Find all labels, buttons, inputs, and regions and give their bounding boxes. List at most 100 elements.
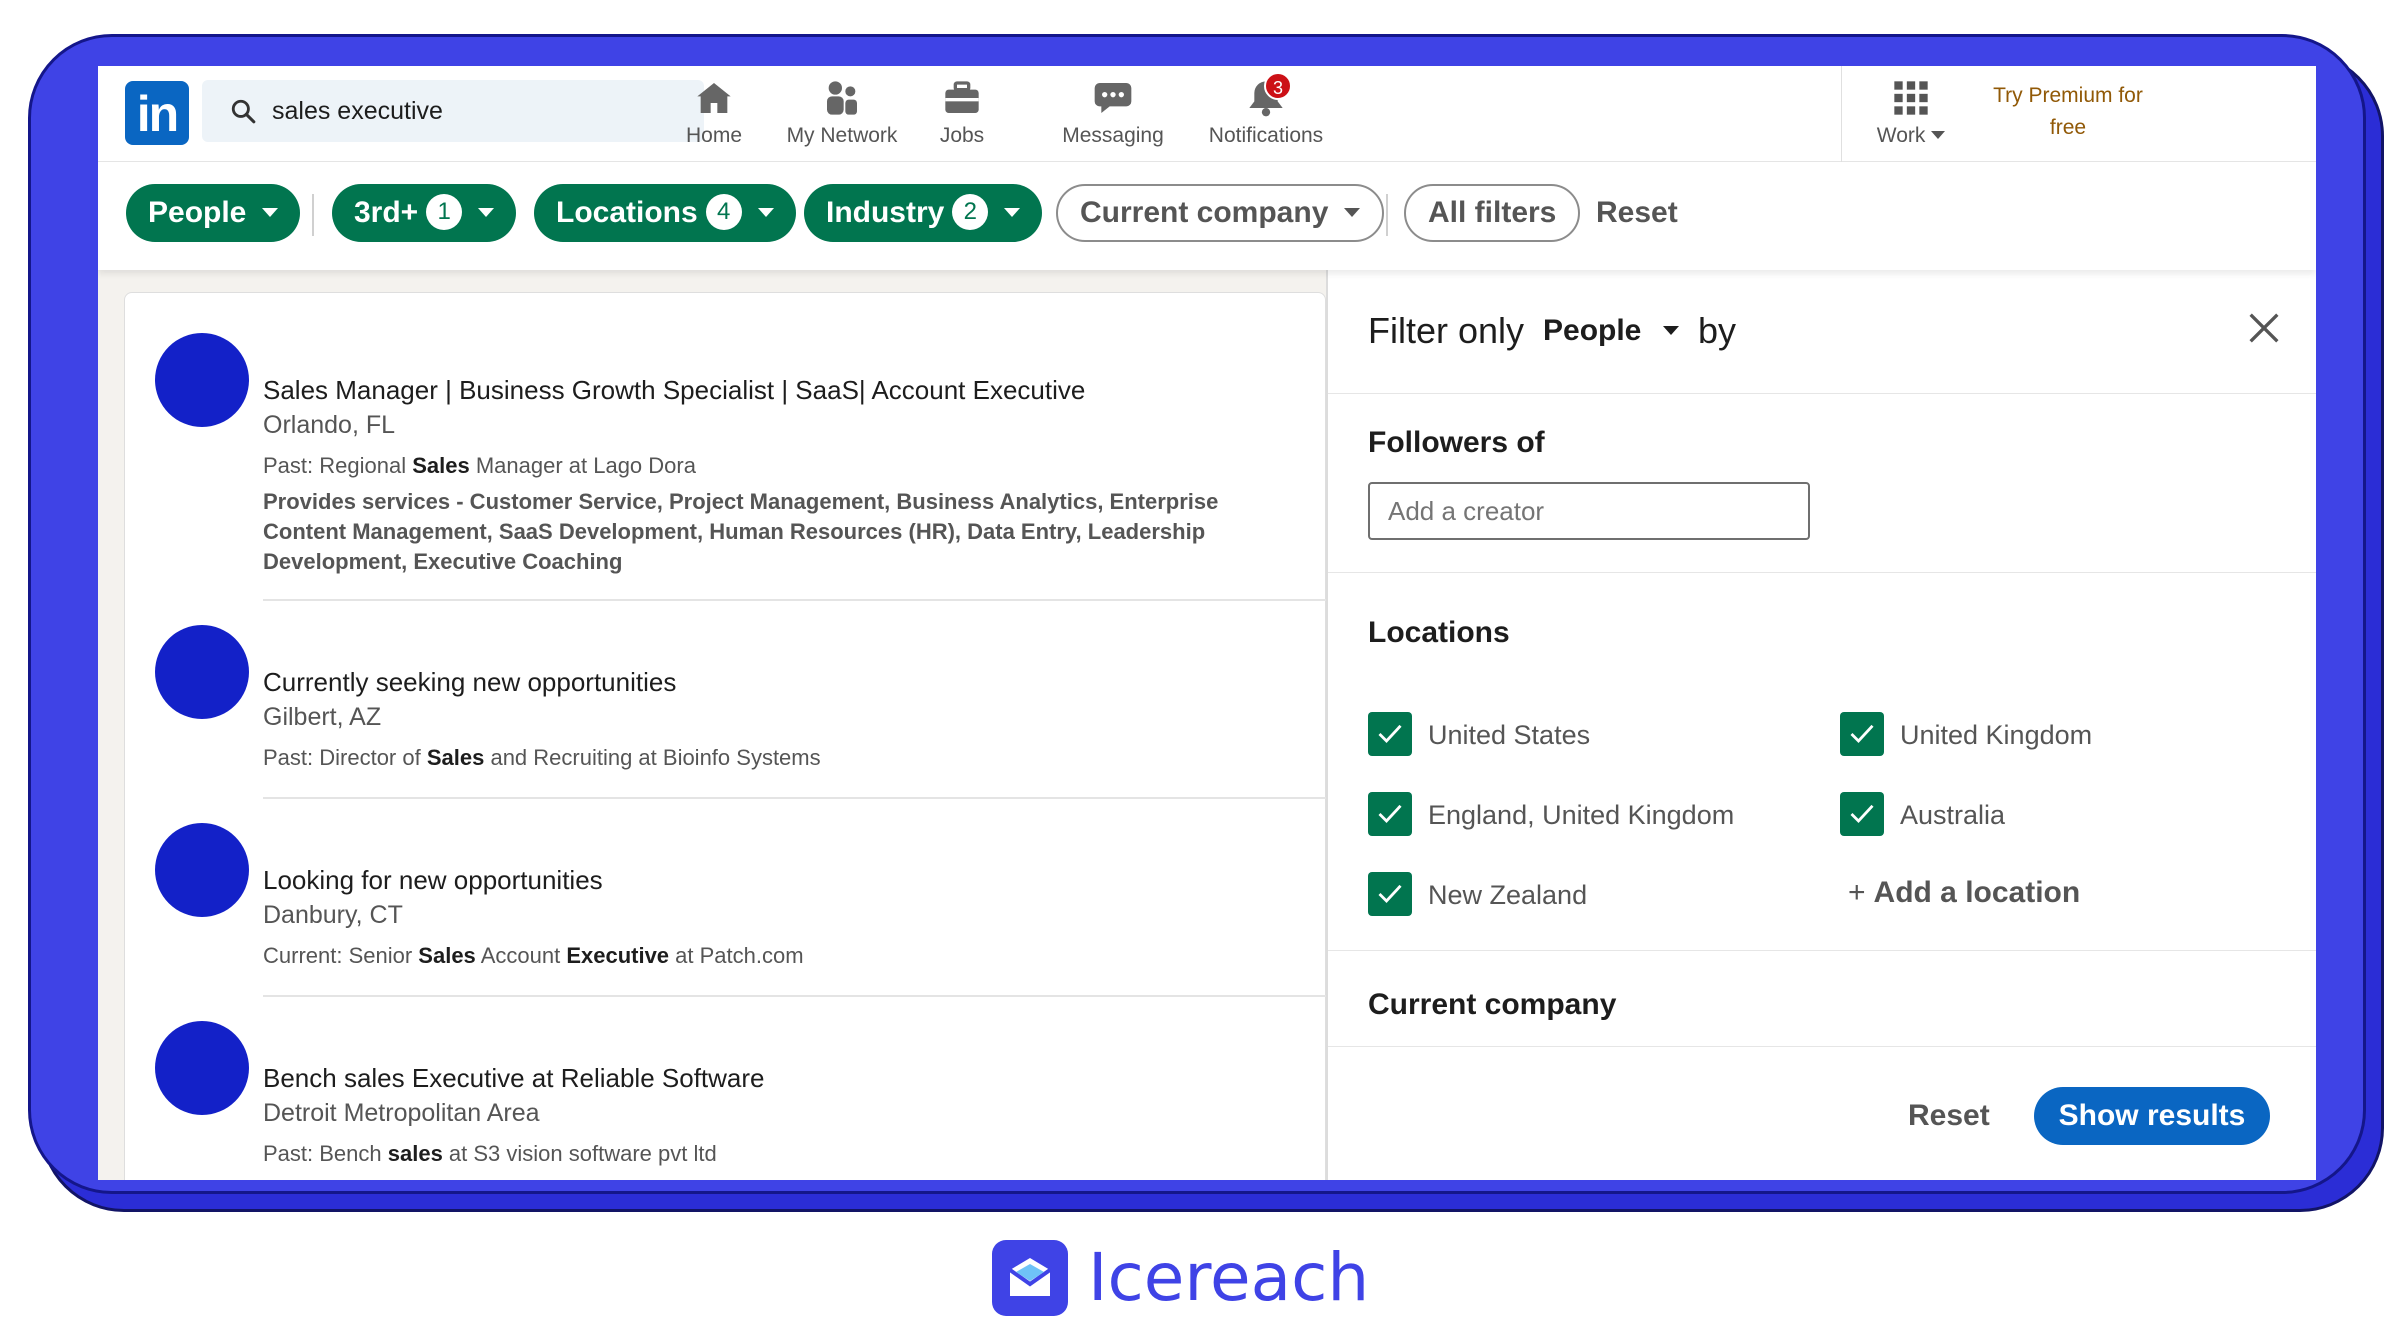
avatar[interactable] (155, 625, 249, 719)
location-label[interactable]: United Kingdom (1900, 720, 2092, 751)
location-label[interactable]: England, United Kingdom (1428, 800, 1734, 831)
search-box[interactable] (202, 80, 704, 142)
messaging-icon (1094, 83, 1132, 113)
add-location-button[interactable]: + Add a location (1848, 876, 2080, 910)
nav-jobs[interactable]: Jobs (910, 74, 1014, 158)
caret-down-icon (1663, 326, 1680, 335)
nav-notifications[interactable]: 3 Notifications (1178, 72, 1354, 158)
caret-down-icon (1004, 208, 1021, 217)
result-title[interactable]: Currently seeking new opportunities (263, 667, 676, 698)
search-input[interactable] (272, 80, 692, 142)
all-filters-button[interactable]: All filters (1404, 184, 1581, 242)
all-filters-label: All filters (1428, 196, 1557, 229)
experience-suffix: Manager at Lago Dora (469, 453, 696, 478)
result-divider (263, 599, 1327, 601)
results-card: Sales Manager | Business Growth Speciali… (124, 292, 1327, 1180)
filter-connections-button[interactable]: 3rd+ 1 (332, 184, 517, 242)
nav-my-network[interactable]: My Network (762, 74, 922, 158)
filter-type-select[interactable]: People (1543, 314, 1680, 348)
location-label[interactable]: Australia (1900, 800, 2005, 831)
linkedin-window: in Home My Network Jobs Messaging 3 Noti… (98, 66, 2316, 1180)
experience-suffix: at S3 vision software pvt ltd (442, 1141, 717, 1166)
avatar[interactable] (155, 823, 249, 917)
filter-locations-button[interactable]: Locations 4 (534, 184, 796, 242)
nav-work-label-wrap: Work (1866, 124, 1956, 148)
filter-panel-footer: Reset Show results (1328, 1046, 2316, 1180)
checkmark-icon (1850, 804, 1874, 824)
section-divider (1328, 572, 2316, 573)
filters-reset-button[interactable]: Reset (1596, 184, 1678, 242)
filter-separator (1386, 194, 1388, 236)
home-icon (697, 83, 731, 113)
notifications-badge: 3 (1264, 72, 1292, 100)
network-icon (827, 81, 857, 115)
premium-line-1: Try Premium for (1993, 84, 2143, 107)
caret-down-icon (1344, 208, 1361, 217)
nav-messaging[interactable]: Messaging (1034, 74, 1192, 158)
premium-line-2: free (2049, 116, 2087, 139)
location-checkbox[interactable] (1368, 872, 1412, 916)
experience-keyword: Sales (412, 453, 470, 478)
result-services: Provides services - Customer Service, Pr… (263, 489, 1219, 574)
filter-separator (312, 194, 314, 236)
linkedin-logo[interactable]: in (125, 81, 189, 145)
result-title[interactable]: Looking for new opportunities (263, 865, 603, 896)
experience-prefix: Current: Senior (263, 943, 419, 968)
filter-industry-button[interactable]: Industry 2 (804, 184, 1043, 242)
bell-icon-wrap: 3 (1244, 72, 1292, 118)
experience-mid: Account (475, 943, 567, 968)
try-premium-link[interactable]: Try Premium for free (1968, 80, 2168, 144)
experience-suffix: at Patch.com (669, 943, 804, 968)
result-title[interactable]: Bench sales Executive at Reliable Softwa… (263, 1063, 765, 1094)
result-location: Detroit Metropolitan Area (263, 1099, 540, 1127)
show-results-button[interactable]: Show results (2034, 1087, 2270, 1145)
brand-name: Icereach (1088, 1239, 1370, 1316)
envelope-icon (992, 1240, 1068, 1316)
followers-of-title: Followers of (1368, 426, 1545, 459)
experience-keyword: Executive (566, 943, 670, 968)
result-experience: Past: Regional Sales Manager at Lago Dor… (263, 453, 696, 479)
nav-jobs-label: Jobs (939, 124, 985, 147)
plus-icon: + (1848, 876, 1866, 909)
search-icon (231, 99, 256, 124)
top-nav: in Home My Network Jobs Messaging 3 Noti… (98, 66, 2316, 162)
nav-my-network-label: My Network (786, 124, 898, 147)
envelope-icon-svg (1008, 1258, 1052, 1296)
filter-current-company-button[interactable]: Current company (1056, 184, 1385, 242)
location-checkbox[interactable] (1368, 712, 1412, 756)
avatar[interactable] (155, 333, 249, 427)
add-location-label: Add a location (1873, 876, 2081, 909)
location-checkbox[interactable] (1368, 792, 1412, 836)
filter-panel-header: Filter only People by (1328, 270, 2316, 394)
filter-locations-count: 4 (705, 194, 742, 230)
filter-people-button[interactable]: People (126, 184, 301, 242)
result-location: Danbury, CT (263, 901, 403, 929)
nav-home-label: Home (685, 124, 743, 147)
filter-people-label: People (148, 196, 247, 229)
caret-down-icon (478, 208, 495, 217)
avatar[interactable] (155, 1021, 249, 1115)
nav-work-label: Work (1876, 124, 1926, 147)
experience-keyword: sales (387, 1141, 443, 1166)
checkmark-icon (1850, 724, 1874, 744)
filter-connections-count: 1 (426, 194, 463, 230)
result-title[interactable]: Sales Manager | Business Growth Speciali… (263, 375, 1085, 406)
filter-by-label: by (1698, 310, 1737, 351)
current-company-title: Current company (1368, 988, 1617, 1021)
nav-home[interactable]: Home (656, 74, 772, 158)
nav-messaging-label: Messaging (1062, 124, 1164, 147)
location-checkbox[interactable] (1840, 792, 1884, 836)
checkmark-icon (1378, 724, 1402, 744)
add-creator-input[interactable] (1368, 482, 1810, 540)
locations-title: Locations (1368, 616, 1510, 649)
location-label[interactable]: New Zealand (1428, 880, 1587, 911)
filter-type-value: People (1543, 314, 1642, 347)
panel-reset-button[interactable]: Reset (1908, 1099, 1990, 1133)
location-label[interactable]: United States (1428, 720, 1590, 751)
checkmark-icon (1378, 884, 1402, 904)
location-checkbox[interactable] (1840, 712, 1884, 756)
experience-prefix: Past: Bench (263, 1141, 388, 1166)
close-icon[interactable] (2244, 308, 2284, 348)
nav-work[interactable]: Work (1866, 74, 1956, 158)
nav-divider (1841, 66, 1842, 162)
